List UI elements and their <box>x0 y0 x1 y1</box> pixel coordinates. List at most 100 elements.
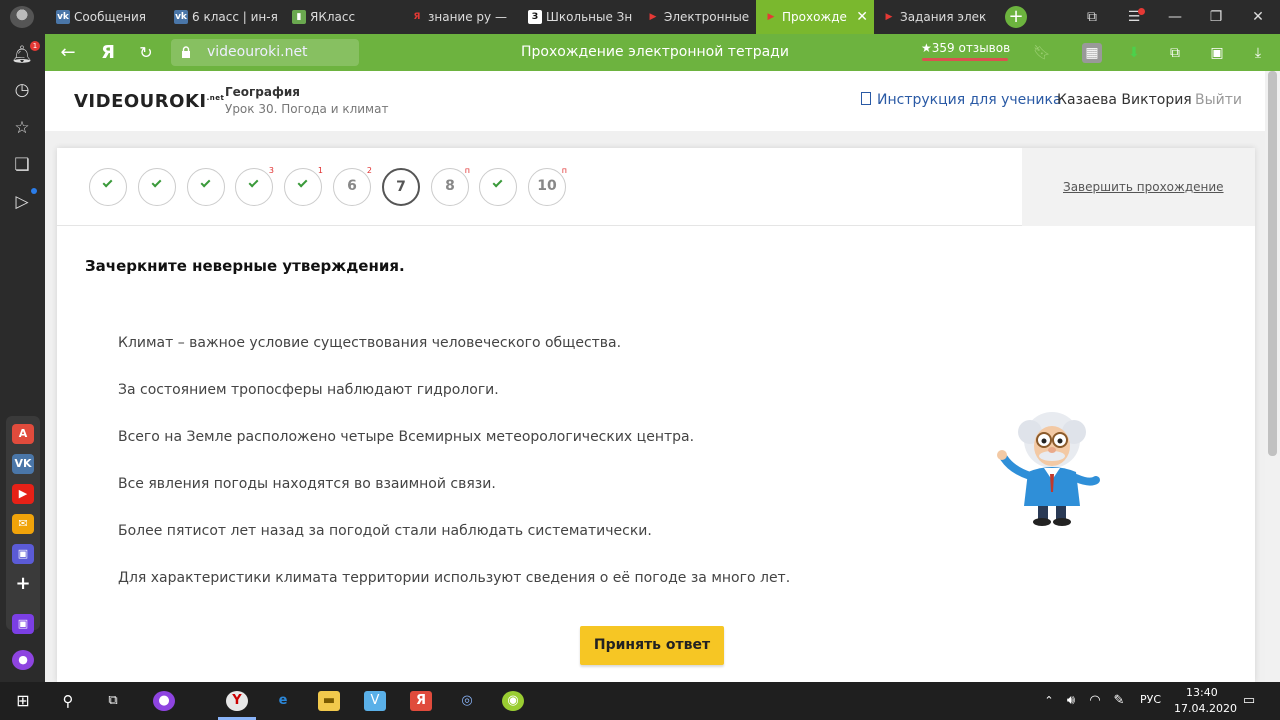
step-label: 7 <box>396 179 406 195</box>
statement-item[interactable]: Все явления погоды находятся во взаимной… <box>118 476 496 492</box>
browser-tab[interactable]: ▶ Прохожде ✕ <box>756 0 874 34</box>
step-1-done[interactable] <box>89 168 127 206</box>
browser-tab[interactable]: ▮ ЯКласс <box>284 0 402 34</box>
profile-avatar[interactable] <box>10 6 34 28</box>
step-10-pending[interactable]: 10 п <box>528 166 567 206</box>
step-5-done[interactable]: 1 <box>284 166 323 206</box>
youtube-app-icon[interactable]: ▶ <box>12 484 34 504</box>
alice-voice-icon[interactable]: ● <box>12 650 34 670</box>
professor-mascot-image <box>997 412 1100 526</box>
downloads-icon[interactable]: ⤓ <box>1248 43 1268 63</box>
statement-item[interactable]: Всего на Земле расположено четыре Всемир… <box>118 429 694 445</box>
tab-label: Прохожде <box>782 10 847 24</box>
new-tab-button[interactable]: + <box>1005 6 1027 28</box>
volume-icon[interactable]: 🔊︎ <box>1060 691 1082 711</box>
add-app-icon[interactable]: + <box>12 574 34 594</box>
browser-sidebar: 🔔︎ 1 ◷ ☆ ❏ ▷ A VK ▶ ✉ ▣ + ▣ ● <box>0 34 45 682</box>
language-indicator[interactable]: РУС <box>1140 693 1161 706</box>
vk-app-icon[interactable]: VK <box>12 454 34 474</box>
vk-icon: vk <box>174 10 188 24</box>
messenger-app-icon[interactable]: ▣ <box>12 544 34 564</box>
user-name[interactable]: Казаева Виктория <box>1057 92 1192 108</box>
step-2-done[interactable] <box>138 168 176 206</box>
app-taskbar-icon[interactable]: V <box>364 691 386 711</box>
collections-icon[interactable]: ⧉ <box>1072 0 1112 34</box>
history-icon[interactable]: ◷ <box>11 79 33 101</box>
minimize-icon[interactable]: — <box>1155 0 1195 34</box>
step-9-done[interactable] <box>479 168 517 206</box>
restore-icon[interactable]: ❐ <box>1196 0 1236 34</box>
step-badge: 3 <box>268 166 274 175</box>
yandex-taskbar-icon[interactable]: Я <box>410 691 432 711</box>
play-icon[interactable]: ▷ <box>11 191 33 213</box>
scrollbar-thumb[interactable] <box>1268 71 1277 456</box>
step-badge: 1 <box>317 166 323 175</box>
finish-link[interactable]: Завершить прохождение <box>1063 180 1224 194</box>
notification-badge: 1 <box>30 41 40 51</box>
tray-chevron-icon[interactable]: ⌃ <box>1038 691 1060 711</box>
step-label: 6 <box>347 178 357 194</box>
instruction-label: Инструкция для ученика <box>877 92 1062 108</box>
translate-app-icon[interactable]: A <box>12 424 34 444</box>
close-icon[interactable]: ✕ <box>1238 0 1278 34</box>
checkmark-icon <box>492 177 503 188</box>
image-extension-icon[interactable]: ▣ <box>1207 43 1227 63</box>
yandex-browser-taskbar-icon[interactable]: Y <box>226 691 248 711</box>
browser-tab[interactable]: З Школьные Зн <box>520 0 638 34</box>
tab-label: Электронные <box>664 10 750 24</box>
step-6-pending[interactable]: 62 <box>333 166 372 206</box>
reviews-label: ★359 отзывов <box>921 41 1011 55</box>
alice-app-icon[interactable]: ▣ <box>12 614 34 634</box>
yandex-icon: Я <box>413 12 421 22</box>
extensions-icon[interactable]: ⧉ <box>1165 43 1185 63</box>
instruction-link[interactable]: Инструкция для ученика <box>861 92 1062 108</box>
collections-icon[interactable]: ❏ <box>11 154 33 176</box>
browser-tab[interactable]: Язнание ру — <box>402 0 520 34</box>
browser-tab[interactable]: ▶ Электронные <box>638 0 756 34</box>
file-explorer-taskbar-icon[interactable]: ▬ <box>318 691 340 711</box>
statement-item[interactable]: Климат – важное условие существования че… <box>118 335 621 351</box>
edge-taskbar-icon[interactable]: e <box>272 691 294 711</box>
menu-icon[interactable]: ☰ <box>1114 0 1154 34</box>
reload-icon[interactable]: ↻ <box>133 34 159 71</box>
ball-app-taskbar-icon[interactable]: ◉ <box>502 691 524 711</box>
statement-item[interactable]: За состоянием тропосферы наблюдают гидро… <box>118 382 499 398</box>
step-badge: п <box>561 166 567 175</box>
workbook-panel: 3 1 6 2 7 8 п 10 п Завершить прохождение Зачеркн… <box>57 148 1255 682</box>
close-tab-icon[interactable]: ✕ <box>856 0 868 34</box>
star-icon[interactable]: ☆ <box>11 117 33 139</box>
pen-icon[interactable]: ✎ <box>1108 691 1130 711</box>
clock-time[interactable]: 13:40 <box>1186 686 1218 699</box>
step-7-current[interactable]: 7 <box>382 168 420 206</box>
browser-tab[interactable]: ▶ Задания элек <box>874 0 992 34</box>
back-icon[interactable]: ← <box>55 34 81 71</box>
logout-link[interactable]: Выйти <box>1195 92 1242 108</box>
browser-tab[interactable]: vk Сообщения <box>48 0 166 34</box>
task-view-icon[interactable]: ⧉ <box>102 691 124 711</box>
alice-taskbar-icon[interactable]: ● <box>153 691 175 711</box>
step-badge: п <box>464 166 470 175</box>
torrent-taskbar-icon[interactable]: ◎ <box>456 691 478 711</box>
yandex-icon[interactable]: Я <box>95 34 121 71</box>
statement-item[interactable]: Более пятисот лет назад за погодой стали… <box>118 523 652 539</box>
browser-tab[interactable]: vk 6 класс | ин-я <box>166 0 284 34</box>
reviews-button[interactable]: ★359 отзывов <box>921 41 1011 61</box>
step-8-pending[interactable]: 8п <box>431 166 470 206</box>
tab-label: Задания элек <box>900 10 987 24</box>
clock-date[interactable]: 17.04.2020 <box>1174 702 1237 715</box>
step-3-done[interactable] <box>187 168 225 206</box>
bookmark-icon[interactable]: 🔖︎ <box>1032 43 1052 63</box>
site-logo[interactable]: VIDEOUROKI.net <box>74 91 224 112</box>
windows-start-icon[interactable]: ⊞ <box>12 691 34 711</box>
page-scrollbar[interactable] <box>1265 71 1280 682</box>
step-4-done[interactable]: 3 <box>235 166 274 206</box>
network-icon[interactable]: ◠ <box>1084 691 1106 711</box>
notification-center-icon[interactable]: ▭ <box>1238 691 1260 711</box>
mail-app-icon[interactable]: ✉ <box>12 514 34 534</box>
statement-item[interactable]: Для характеристики климата территории ис… <box>118 570 790 586</box>
url-field[interactable]: videouroki.net <box>171 39 359 66</box>
search-icon[interactable]: ⚲ <box>57 691 79 711</box>
download-arrow-icon[interactable]: ⬇ <box>1124 43 1144 63</box>
extension-icon[interactable]: ▦ <box>1082 43 1102 63</box>
submit-answer-button[interactable]: Принять ответ <box>580 626 724 665</box>
